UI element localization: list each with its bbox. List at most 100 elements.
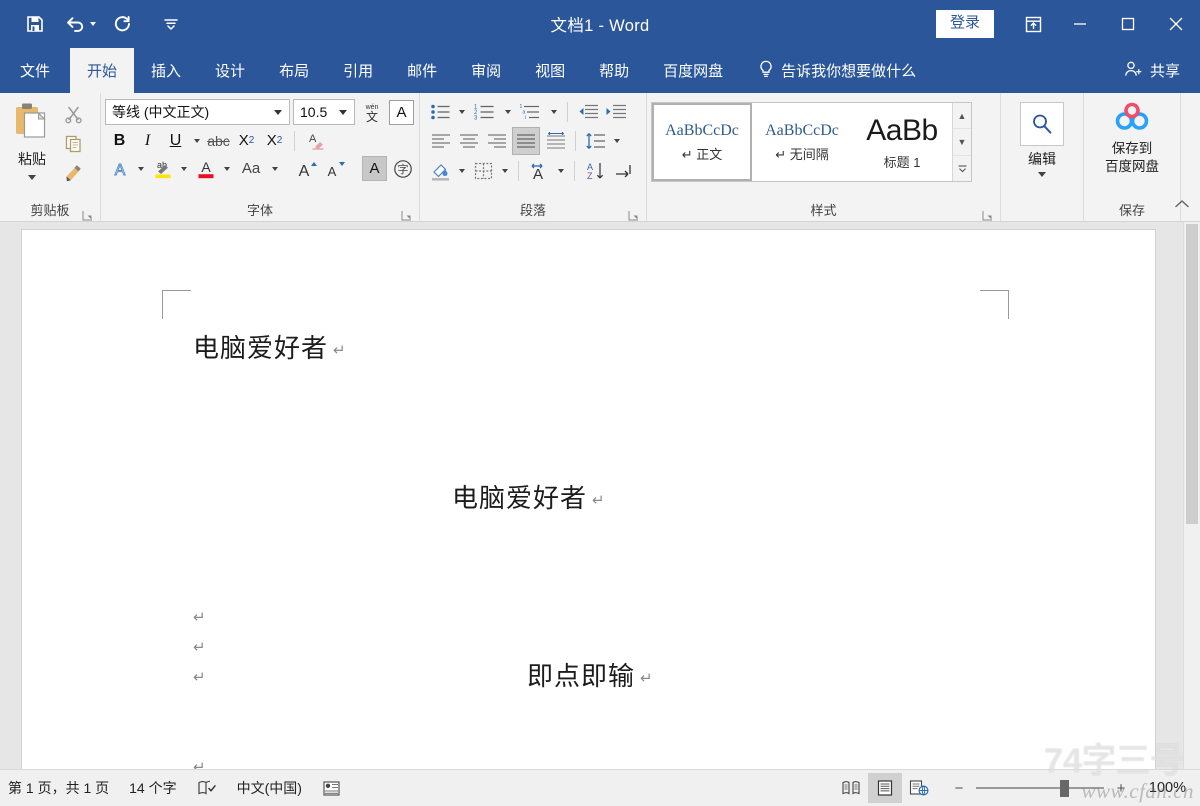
tab-design[interactable]: 设计: [198, 48, 262, 93]
justify-button[interactable]: [512, 127, 540, 155]
editing-button[interactable]: 编辑: [1009, 99, 1075, 177]
paste-button[interactable]: 粘贴: [4, 99, 60, 180]
tab-review[interactable]: 审阅: [454, 48, 518, 93]
align-center-button[interactable]: [456, 129, 481, 154]
vertical-scrollbar[interactable]: [1183, 222, 1200, 769]
web-layout-view-button[interactable]: [902, 773, 936, 803]
styles-dialog-launcher-icon[interactable]: [982, 207, 993, 221]
change-case-dropdown-icon[interactable]: [272, 166, 278, 171]
save-icon[interactable]: [22, 11, 48, 37]
grow-font-button[interactable]: A: [295, 156, 320, 181]
increase-indent-button[interactable]: [603, 99, 628, 124]
phonetic-guide-button[interactable]: wén 文: [358, 100, 386, 125]
styles-scroll-down-button[interactable]: ▼: [953, 129, 971, 156]
distribute-button[interactable]: [543, 129, 568, 154]
vertical-scrollbar-thumb[interactable]: [1186, 224, 1198, 524]
shrink-font-button[interactable]: A: [323, 156, 348, 181]
tab-home[interactable]: 开始: [70, 48, 135, 93]
tab-references[interactable]: 引用: [326, 48, 390, 93]
character-border-button[interactable]: A: [389, 99, 414, 125]
bullets-button[interactable]: [428, 99, 453, 124]
underline-dropdown-icon[interactable]: [194, 138, 200, 143]
word-count[interactable]: 14 个字: [119, 770, 186, 806]
font-color-dropdown-icon[interactable]: [224, 166, 230, 171]
font-size-combo[interactable]: 10.5: [293, 99, 355, 125]
borders-button[interactable]: [471, 158, 496, 183]
save-to-baidu-netdisk-button[interactable]: 保存到 百度网盘: [1091, 99, 1173, 176]
tab-insert[interactable]: 插入: [134, 48, 198, 93]
styles-more-button[interactable]: [953, 156, 971, 181]
shading-dropdown-icon[interactable]: [459, 168, 465, 173]
tab-baidu-netdisk[interactable]: 百度网盘: [646, 48, 740, 93]
multilevel-list-dropdown-icon[interactable]: [551, 109, 557, 114]
text-effects-button[interactable]: A: [107, 156, 132, 181]
style-item-normal[interactable]: AaBbCcDc ↵ 正文: [652, 103, 752, 181]
highlight-color-button[interactable]: ab: [150, 156, 175, 181]
text-align-asian-dropdown-icon[interactable]: [558, 168, 564, 173]
redo-icon[interactable]: [110, 11, 136, 37]
bullets-dropdown-icon[interactable]: [459, 109, 465, 114]
share-button[interactable]: 共享: [1112, 48, 1200, 93]
bold-button[interactable]: B: [107, 128, 132, 153]
numbering-dropdown-icon[interactable]: [505, 109, 511, 114]
sort-button[interactable]: A Z: [582, 158, 608, 183]
document-page[interactable]: 电脑爱好者↵ ↵ ↵ ↵ 电脑爱好者↵ ↵ ↵ ↵ ↵ 即点即输↵: [22, 230, 1155, 769]
multilevel-list-button[interactable]: 1 a i: [517, 99, 545, 124]
style-item-heading1[interactable]: AaBb 标题 1: [852, 103, 952, 181]
line-spacing-dropdown-icon[interactable]: [614, 139, 620, 143]
customize-qat-icon[interactable]: [158, 11, 184, 37]
tab-view[interactable]: 视图: [518, 48, 582, 93]
style-item-no-spacing[interactable]: AaBbCcDc ↵ 无间隔: [752, 103, 852, 181]
read-mode-view-button[interactable]: [834, 773, 868, 803]
print-layout-view-button[interactable]: [868, 773, 902, 803]
ribbon-display-options-icon[interactable]: [1010, 0, 1056, 48]
text-align-asian-button[interactable]: A: [526, 158, 552, 183]
enclose-characters-button[interactable]: 字: [390, 156, 415, 181]
subscript-button[interactable]: X2: [234, 128, 259, 153]
align-left-button[interactable]: [428, 129, 453, 154]
show-marks-button[interactable]: [611, 158, 636, 183]
decrease-indent-button[interactable]: [575, 99, 600, 124]
line-spacing-button[interactable]: [583, 129, 608, 154]
character-shading-button[interactable]: A: [362, 156, 387, 181]
minimize-button[interactable]: [1056, 0, 1104, 48]
document-area[interactable]: 电脑爱好者↵ ↵ ↵ ↵ 电脑爱好者↵ ↵ ↵ ↵ ↵ 即点即输↵: [0, 222, 1200, 769]
clear-formatting-button[interactable]: A: [302, 128, 327, 153]
close-button[interactable]: [1152, 0, 1200, 48]
page-indicator[interactable]: 第 1 页，共 1 页: [0, 770, 119, 806]
copy-button[interactable]: [62, 132, 84, 154]
editing-dropdown-icon[interactable]: [1038, 172, 1046, 177]
zoom-in-button[interactable]: +: [1112, 779, 1130, 797]
align-right-button[interactable]: [484, 129, 509, 154]
underline-button[interactable]: U: [163, 128, 188, 153]
format-painter-button[interactable]: [62, 161, 84, 183]
zoom-slider[interactable]: [976, 779, 1104, 797]
language-indicator[interactable]: 中文(中国): [227, 770, 312, 806]
clipboard-dialog-launcher-icon[interactable]: [82, 207, 93, 221]
italic-button[interactable]: I: [135, 128, 160, 153]
proofing-errors-icon[interactable]: [187, 770, 227, 806]
font-name-combo[interactable]: 等线 (中文正文): [105, 99, 290, 125]
undo-dropdown-icon[interactable]: [90, 22, 96, 26]
styles-scroll-up-button[interactable]: ▲: [953, 103, 971, 130]
collapse-ribbon-button[interactable]: [1174, 197, 1190, 215]
zoom-level[interactable]: 100%: [1138, 780, 1190, 796]
font-name-dropdown-icon[interactable]: [274, 109, 282, 115]
change-case-button[interactable]: Aa: [236, 156, 266, 181]
zoom-slider-thumb[interactable]: [1060, 779, 1069, 797]
maximize-button[interactable]: [1104, 0, 1152, 48]
borders-dropdown-icon[interactable]: [502, 168, 508, 173]
tab-help[interactable]: 帮助: [582, 48, 646, 93]
font-color-button[interactable]: A: [193, 156, 218, 181]
accessibility-icon[interactable]: [312, 770, 351, 806]
undo-icon[interactable]: [62, 11, 88, 37]
sign-in-button[interactable]: 登录: [935, 10, 994, 38]
shading-button[interactable]: [428, 158, 453, 183]
zoom-out-button[interactable]: −: [950, 779, 968, 797]
paste-dropdown-icon[interactable]: [28, 175, 36, 180]
highlight-color-dropdown-icon[interactable]: [181, 166, 187, 171]
tab-file[interactable]: 文件: [0, 48, 70, 93]
tab-layout[interactable]: 布局: [262, 48, 326, 93]
paragraph-dialog-launcher-icon[interactable]: [628, 207, 639, 221]
tell-me-search[interactable]: 告诉我你想要做什么: [744, 48, 930, 93]
